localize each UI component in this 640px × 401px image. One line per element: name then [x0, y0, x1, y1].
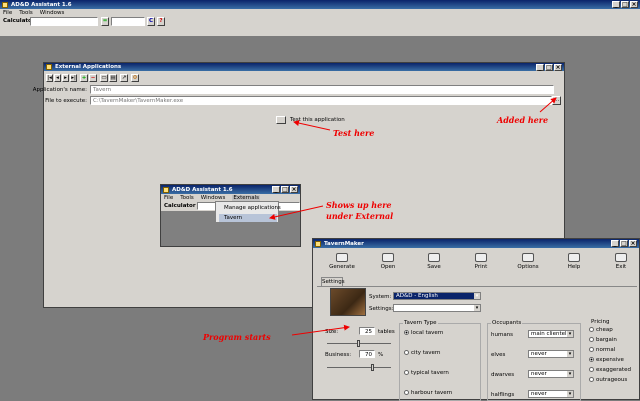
arrow-added-here: [539, 97, 557, 113]
annotation-arrows: [269, 97, 557, 336]
arrow-test-here: [293, 120, 331, 131]
arrow-program-starts: [291, 324, 350, 336]
arrow-shows-up: [269, 205, 324, 220]
